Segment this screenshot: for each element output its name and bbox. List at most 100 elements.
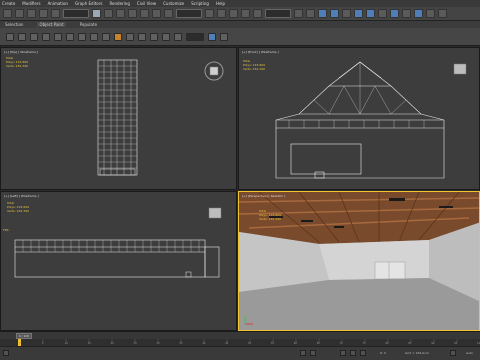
next-frame-icon[interactable] xyxy=(350,350,356,356)
stats-verts: Verts: 232,390 xyxy=(243,67,266,71)
rectangular-selection-icon[interactable] xyxy=(116,9,125,18)
go-to-end-icon[interactable] xyxy=(360,350,366,356)
paint-select-icon[interactable] xyxy=(102,32,110,41)
angle-snap-icon[interactable] xyxy=(229,9,238,18)
display-icon[interactable] xyxy=(54,32,62,41)
schematic-view-icon[interactable] xyxy=(354,9,363,18)
reference-coordinate-dropdown[interactable] xyxy=(176,9,202,18)
menu-customize[interactable]: Customize xyxy=(163,1,184,6)
timeline-track[interactable]: 0510152025303540455055606570758085909510… xyxy=(0,339,480,346)
view-cube-compass[interactable] xyxy=(204,61,224,81)
maxscript-listener-icon[interactable] xyxy=(3,350,9,356)
scale-icon[interactable] xyxy=(164,9,173,18)
menu-civil-view[interactable]: Civil View xyxy=(137,1,156,6)
undo-icon[interactable] xyxy=(3,9,12,18)
menu-create[interactable]: Create xyxy=(2,1,15,6)
timeline-tick-label: 60 xyxy=(293,342,297,345)
viewport-left-stats: Total Polys: 215,609 Verts: 232,390 xyxy=(7,201,29,213)
viewport-left-label[interactable]: [+] [Left] [ Wireframe ] xyxy=(4,194,39,198)
menu-animation[interactable]: Animation xyxy=(48,1,68,6)
viewport-top-label[interactable]: [+] [Top] [ Wireframe ] xyxy=(4,50,38,54)
bind-space-warp-icon[interactable] xyxy=(51,9,60,18)
viewport-top[interactable]: [+] [Top] [ Wireframe ] xyxy=(0,47,237,190)
render-iterative-icon[interactable] xyxy=(414,9,423,18)
timeline-tick-label: 0 xyxy=(19,342,21,345)
ribbon-tabs: Selection Object Paint Populate xyxy=(0,21,480,28)
time-slider-bar[interactable]: 0 / 100 xyxy=(0,331,480,339)
percent-snap-icon[interactable] xyxy=(241,9,250,18)
play-icon[interactable] xyxy=(340,350,346,356)
hierarchy-icon[interactable] xyxy=(30,32,38,41)
curve-editor-icon[interactable] xyxy=(342,9,351,18)
motion-icon[interactable] xyxy=(42,32,50,41)
layer-manager-icon[interactable] xyxy=(208,32,216,41)
move-icon[interactable] xyxy=(140,9,149,18)
viewport-layout-dropdown[interactable] xyxy=(186,32,204,41)
reference-icon[interactable] xyxy=(114,32,122,41)
a360-gallery-icon[interactable] xyxy=(438,9,447,18)
render-setup-icon[interactable] xyxy=(378,9,387,18)
material-editor-icon[interactable] xyxy=(366,9,375,18)
timeline-tick-label: 30 xyxy=(156,342,160,345)
orbit-icon[interactable] xyxy=(126,32,134,41)
pivot-center-icon[interactable] xyxy=(205,9,214,18)
unlink-icon[interactable] xyxy=(39,9,48,18)
pan-icon[interactable] xyxy=(138,32,146,41)
window-crossing-icon[interactable] xyxy=(128,9,137,18)
redo-icon[interactable] xyxy=(15,9,24,18)
auto-key-label[interactable]: Auto xyxy=(466,351,473,355)
link-icon[interactable] xyxy=(27,9,36,18)
selection-lock-icon[interactable] xyxy=(300,350,306,356)
menu-help[interactable]: Help xyxy=(216,1,225,6)
timeline-tick-label: 70 xyxy=(339,342,343,345)
view-cube[interactable] xyxy=(208,207,222,219)
timeline-tick-label: 45 xyxy=(225,342,229,345)
spinner-snap-icon[interactable] xyxy=(253,9,262,18)
viewport-left[interactable]: [+] [Left] [ Wireframe ] Total Polys: 21… xyxy=(0,191,237,331)
front-wireframe xyxy=(275,61,467,179)
tab-selection[interactable]: Selection xyxy=(3,22,25,27)
select-by-name-icon[interactable] xyxy=(104,9,113,18)
rotate-icon[interactable] xyxy=(152,9,161,18)
field-of-view-icon[interactable] xyxy=(174,32,182,41)
zoom-icon[interactable] xyxy=(150,32,158,41)
select-object-icon[interactable] xyxy=(92,9,101,18)
viewport-front-label[interactable]: [+] [Front] [ Wireframe ] xyxy=(242,50,279,54)
isolate-icon[interactable] xyxy=(220,32,228,41)
menu-modifiers[interactable]: Modifiers xyxy=(22,1,40,6)
timeline-tick-label: 85 xyxy=(408,342,412,345)
viewport-perspective[interactable]: [+] [Perspective] [ Realistic ] Total Po… xyxy=(238,191,480,331)
tab-populate[interactable]: Populate xyxy=(78,22,99,27)
timeline-tick-label: 50 xyxy=(248,342,252,345)
render-in-cloud-icon[interactable] xyxy=(426,9,435,18)
tab-object-paint[interactable]: Object Paint xyxy=(37,22,66,27)
menu-graph-editors[interactable]: Graph Editors xyxy=(75,1,102,6)
lasso-icon[interactable] xyxy=(90,32,98,41)
modify-icon[interactable] xyxy=(18,32,26,41)
rendered-frame-window-icon[interactable] xyxy=(390,9,399,18)
status-bar: Z: 0 Grid = 254,0cm Auto xyxy=(0,346,480,360)
create-icon[interactable] xyxy=(6,32,14,41)
mirror-icon[interactable] xyxy=(294,9,303,18)
left-wireframe xyxy=(14,207,222,278)
selection-filter-dropdown[interactable] xyxy=(63,9,89,18)
menu-rendering[interactable]: Rendering xyxy=(109,1,129,6)
select-tool-icon[interactable] xyxy=(78,32,86,41)
zoom-all-icon[interactable] xyxy=(162,32,170,41)
viewport-perspective-label[interactable]: [+] [Perspective] [ Realistic ] xyxy=(242,194,285,198)
align-icon[interactable] xyxy=(306,9,315,18)
view-cube[interactable] xyxy=(453,63,467,75)
render-production-icon[interactable] xyxy=(402,9,411,18)
menu-scripting[interactable]: Scripting xyxy=(191,1,209,6)
named-selection-dropdown[interactable] xyxy=(265,9,291,18)
viewport-front[interactable]: [+] [Front] [ Wireframe ] Total Polys: 2… xyxy=(238,47,480,190)
menu-bar: Create Modifiers Animation Graph Editors… xyxy=(0,0,480,7)
snaps-toggle-icon[interactable] xyxy=(217,9,226,18)
absolute-mode-icon[interactable] xyxy=(310,350,316,356)
timeline-tick-label: 15 xyxy=(87,342,91,345)
ribbon-toggle-icon[interactable] xyxy=(330,9,339,18)
layer-explorer-icon[interactable] xyxy=(318,9,327,18)
utilities-icon[interactable] xyxy=(66,32,74,41)
key-filters-icon[interactable] xyxy=(450,350,456,356)
z-coordinate[interactable]: Z: 0 xyxy=(380,351,386,355)
